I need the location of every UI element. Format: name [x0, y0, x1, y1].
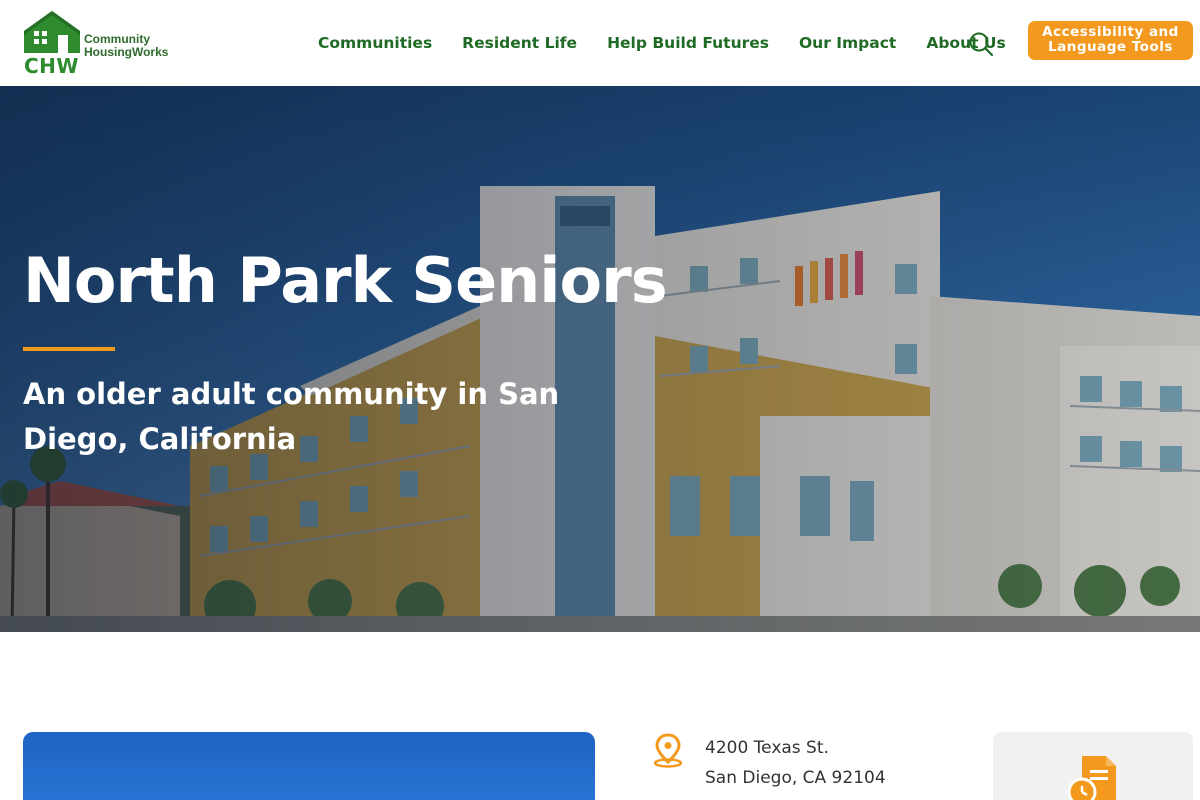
- title-underline: [23, 347, 115, 351]
- page-title: North Park Seniors: [23, 244, 668, 317]
- community-address: 4200 Texas St. San Diego, CA 92104: [705, 733, 886, 793]
- chw-logo-link[interactable]: Community HousingWorks CHW: [22, 9, 182, 78]
- address-line-2: San Diego, CA 92104: [705, 768, 886, 788]
- logo-line-2: HousingWorks: [84, 45, 169, 59]
- nav-communities[interactable]: Communities: [318, 34, 432, 52]
- a11y-label-line-1: Accessibility and: [1042, 24, 1179, 40]
- page-subtitle: An older adult community in San Diego, C…: [23, 377, 560, 456]
- a11y-label-line-2: Language Tools: [1048, 39, 1173, 55]
- hero-banner: North Park Seniors An older adult commun…: [0, 86, 1200, 632]
- logo-abbr: CHW: [24, 54, 79, 78]
- nav-help-build-futures[interactable]: Help Build Futures: [607, 34, 769, 52]
- application-document-icon: [1067, 756, 1116, 800]
- logo-wordmark: Community HousingWorks: [84, 33, 168, 59]
- search-button[interactable]: [968, 31, 994, 57]
- site-header: Community HousingWorks CHW Communities R…: [0, 0, 1200, 86]
- map-pin-icon: [653, 733, 683, 768]
- hero-dark-overlay: [0, 86, 1200, 632]
- search-icon: [969, 32, 994, 57]
- address-line-1: 4200 Texas St.: [705, 738, 829, 758]
- accessibility-language-tools-button[interactable]: Accessibility and Language Tools: [1028, 21, 1193, 60]
- nav-our-impact[interactable]: Our Impact: [799, 34, 896, 52]
- main-nav: Communities Resident Life Help Build Fut…: [318, 0, 1036, 86]
- nav-resident-life[interactable]: Resident Life: [462, 34, 577, 52]
- community-photo: [23, 732, 595, 800]
